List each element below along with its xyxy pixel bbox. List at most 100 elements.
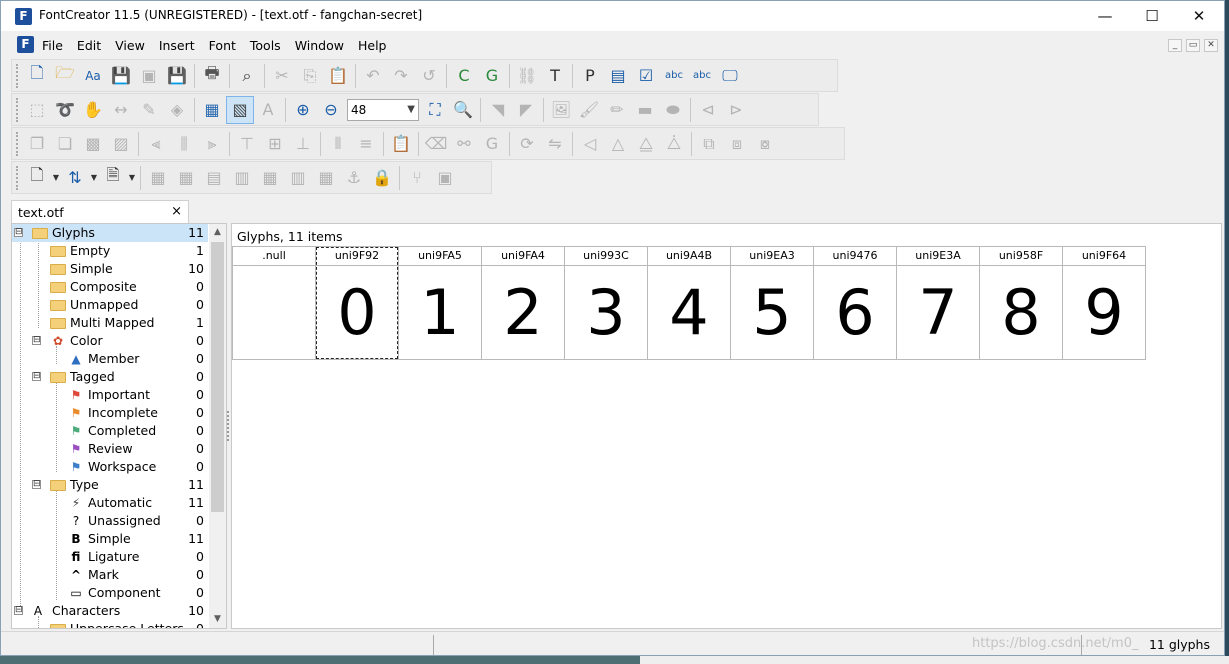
- scrollbar-thumb[interactable]: [211, 242, 224, 512]
- tree-item-uppercase-letters[interactable]: Uppercase Letters 0: [12, 620, 208, 628]
- cut-icon[interactable]: ✂: [268, 62, 296, 90]
- mdi-close-button[interactable]: ✕: [1204, 39, 1218, 52]
- validate-icon[interactable]: ☑: [632, 62, 660, 90]
- group-icon[interactable]: ❐: [23, 130, 51, 158]
- measure-icon[interactable]: ↔: [107, 96, 135, 124]
- new-page-icon[interactable]: 🗋: [23, 164, 51, 192]
- new-font-icon[interactable]: 🗋: [23, 62, 51, 90]
- pen-icon[interactable]: ✎: [135, 96, 163, 124]
- grid-6-icon[interactable]: ▥: [284, 164, 312, 192]
- tree-item-mark[interactable]: ^ Mark 0: [12, 566, 208, 584]
- union-icon[interactable]: ⧉: [695, 130, 723, 158]
- sort-icon[interactable]: ⇅: [61, 164, 89, 192]
- menu-insert[interactable]: Insert: [152, 36, 202, 55]
- rectangle-icon[interactable]: ▬: [631, 96, 659, 124]
- triangle-up-icon[interactable]: △: [604, 130, 632, 158]
- send-back-icon[interactable]: ▨: [107, 130, 135, 158]
- tree-item-simple[interactable]: Simple 10: [12, 260, 208, 278]
- fill-icon[interactable]: ◈: [163, 96, 191, 124]
- rotate-icon[interactable]: ⟳: [513, 130, 541, 158]
- mirror-h-icon[interactable]: ⧋: [632, 130, 660, 158]
- tree-item-type-simple[interactable]: B Simple 11: [12, 530, 208, 548]
- font-properties-icon[interactable]: P: [576, 62, 604, 90]
- toolbar-grip[interactable]: [16, 63, 19, 88]
- tree-item-color[interactable]: ⊟ ✿ Color 0: [12, 332, 208, 350]
- save-all-icon[interactable]: ▣: [135, 62, 163, 90]
- glyph-cell[interactable]: uni9476 6: [813, 246, 897, 360]
- glyph-tree-panel[interactable]: ⊟ Glyphs 11 Empty 1 Simple 10 Composite …: [11, 223, 227, 629]
- lasso-icon[interactable]: ➰: [51, 96, 79, 124]
- tree-item-glyphs[interactable]: ⊟ Glyphs 11: [12, 224, 208, 242]
- tree-item-unassigned[interactable]: ? Unassigned 0: [12, 512, 208, 530]
- collapse-icon[interactable]: ⊟: [32, 480, 41, 489]
- pencil-icon[interactable]: ✏: [603, 96, 631, 124]
- tree-item-workspace[interactable]: ⚑ Workspace 0: [12, 458, 208, 476]
- spell-check-icon[interactable]: abc: [660, 62, 688, 90]
- subtract-icon[interactable]: ⧇: [751, 130, 779, 158]
- scroll-up-icon[interactable]: ▲: [209, 227, 226, 237]
- tree-item-important[interactable]: ⚑ Important 0: [12, 386, 208, 404]
- glyph-cell[interactable]: uni9FA4 2: [481, 246, 565, 360]
- mdi-restore-button[interactable]: ▭: [1186, 39, 1200, 52]
- hand-icon[interactable]: ✋: [79, 96, 107, 124]
- back-icon[interactable]: ⊲: [694, 96, 722, 124]
- glyph-cell[interactable]: .null: [232, 246, 316, 360]
- distribute-v-icon[interactable]: ≡: [352, 130, 380, 158]
- toolbar-grip[interactable]: [16, 131, 19, 156]
- fontcreator-app-icon[interactable]: F: [15, 8, 32, 25]
- paste-icon[interactable]: 📋: [324, 62, 352, 90]
- menu-window[interactable]: Window: [288, 36, 351, 55]
- distribute-h-icon[interactable]: ⫴: [324, 130, 352, 158]
- bring-front-icon[interactable]: ▩: [79, 130, 107, 158]
- flip-icon[interactable]: ⇋: [541, 130, 569, 158]
- collapse-icon[interactable]: ⊟: [14, 228, 23, 237]
- menu-help[interactable]: Help: [351, 36, 394, 55]
- glyph-cell[interactable]: uni9EA3 5: [730, 246, 814, 360]
- open-folder-icon[interactable]: 🗁: [51, 62, 79, 90]
- fit-icon[interactable]: ⛶: [421, 96, 449, 124]
- insert-glyph-icon[interactable]: G: [478, 62, 506, 90]
- glyph-preview-icon[interactable]: A: [254, 96, 282, 124]
- tree-item-review[interactable]: ⚑ Review 0: [12, 440, 208, 458]
- menu-file[interactable]: File: [35, 36, 70, 55]
- align-center-icon[interactable]: ⫼: [170, 130, 198, 158]
- minimize-button[interactable]: —: [1082, 1, 1128, 31]
- page-options-icon[interactable]: 🗎: [99, 164, 127, 192]
- corner-node-icon[interactable]: ◤: [512, 96, 540, 124]
- menu-view[interactable]: View: [108, 36, 152, 55]
- forward-icon[interactable]: ⊳: [722, 96, 750, 124]
- glyph-cell-selected[interactable]: uni9F92 0: [315, 246, 399, 360]
- redo-icon[interactable]: ↷: [387, 62, 415, 90]
- tree-item-ligature[interactable]: ﬁ Ligature 0: [12, 548, 208, 566]
- toolbar-grip[interactable]: [16, 97, 19, 122]
- grid-7-icon[interactable]: ▦: [312, 164, 340, 192]
- nodes-icon[interactable]: ⑂: [403, 164, 431, 192]
- close-button[interactable]: ✕: [1176, 1, 1222, 31]
- skew-left-icon[interactable]: ◁: [576, 130, 604, 158]
- zoom-in-icon[interactable]: ⊕: [289, 96, 317, 124]
- glyph-cell[interactable]: uni9A4B 4: [647, 246, 731, 360]
- image-icon[interactable]: 🖼: [547, 96, 575, 124]
- tree-item-incomplete[interactable]: ⚑ Incomplete 0: [12, 404, 208, 422]
- display-options-icon[interactable]: ▦: [198, 96, 226, 124]
- dropdown-1-icon[interactable]: ▼: [51, 164, 61, 192]
- grid-2-icon[interactable]: ▦: [172, 164, 200, 192]
- glyph-cell[interactable]: uni9F64 9: [1062, 246, 1146, 360]
- collapse-icon[interactable]: ⊟: [32, 336, 41, 345]
- anchor-icon[interactable]: ⚓: [340, 164, 368, 192]
- document-menu-icon[interactable]: F: [17, 36, 34, 53]
- dropdown-2-icon[interactable]: ▼: [89, 164, 99, 192]
- tree-item-type[interactable]: ⊟ Type 11: [12, 476, 208, 494]
- tree-item-component[interactable]: ▭ Component 0: [12, 584, 208, 602]
- clipboard-icon[interactable]: 📋: [387, 130, 415, 158]
- eraser-icon[interactable]: ⌫: [422, 130, 450, 158]
- install-font-icon[interactable]: 🖵: [716, 62, 744, 90]
- break-link-icon[interactable]: ⚯: [450, 130, 478, 158]
- align-right-icon[interactable]: ⫸: [198, 130, 226, 158]
- ungroup-icon[interactable]: ❏: [51, 130, 79, 158]
- close-icon[interactable]: ×: [171, 204, 182, 219]
- scroll-down-icon[interactable]: ▼: [209, 614, 226, 624]
- align-bottom-icon[interactable]: ⊥: [289, 130, 317, 158]
- tree-item-composite[interactable]: Composite 0: [12, 278, 208, 296]
- collapse-icon[interactable]: ⊟: [14, 606, 23, 615]
